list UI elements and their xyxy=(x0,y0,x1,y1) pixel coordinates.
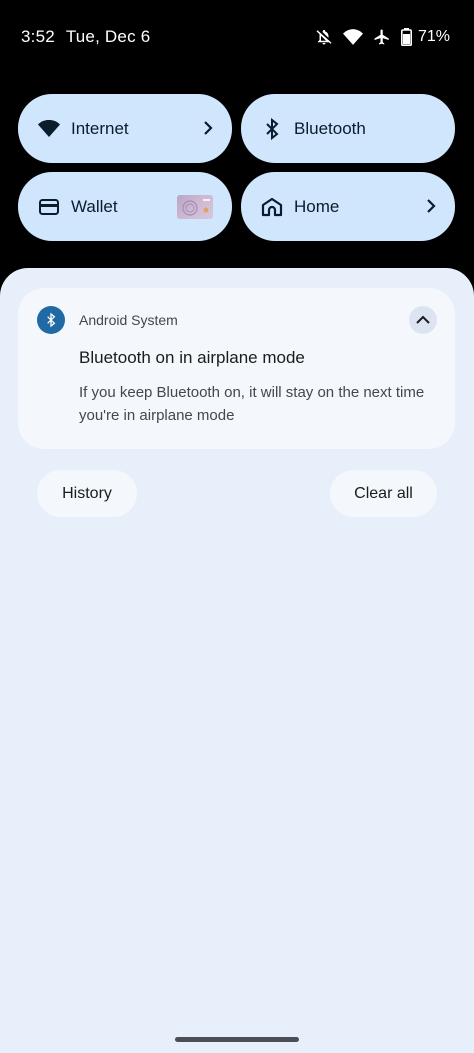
tile-internet-label: Internet xyxy=(71,119,129,138)
notification-app-name: Android System xyxy=(79,312,178,328)
history-button[interactable]: History xyxy=(37,470,137,517)
wifi-icon xyxy=(342,29,363,45)
notifications-off-icon xyxy=(315,28,333,46)
chevron-right-icon xyxy=(425,197,437,215)
wallet-icon xyxy=(37,195,61,219)
battery-percent: 71% xyxy=(417,28,450,45)
tile-wallet-label: Wallet xyxy=(71,197,118,216)
status-date: Tue, Dec 6 xyxy=(65,27,151,46)
bluetooth-icon xyxy=(37,306,65,334)
home-icon xyxy=(260,195,284,219)
notification-title: Bluetooth on in airplane mode xyxy=(79,348,305,367)
status-time: 3:52 xyxy=(21,27,55,46)
wifi-icon xyxy=(37,117,61,141)
status-bar: 3:52 Tue, Dec 6 71% xyxy=(0,0,474,76)
airplane-icon xyxy=(373,28,391,46)
tile-home[interactable]: Home xyxy=(241,172,455,241)
tile-wallet[interactable]: Wallet xyxy=(18,172,232,241)
tile-bluetooth-label: Bluetooth xyxy=(294,119,366,138)
notification-card[interactable]: Android System Bluetooth on in airplane … xyxy=(18,288,455,449)
collapse-button[interactable] xyxy=(409,306,437,334)
battery-icon xyxy=(400,28,412,46)
wallet-card-thumbnail xyxy=(177,195,213,219)
home-indicator[interactable] xyxy=(175,1037,299,1042)
clear-all-button[interactable]: Clear all xyxy=(330,470,437,517)
tile-home-label: Home xyxy=(294,197,340,216)
chevron-up-icon xyxy=(416,315,430,324)
chevron-right-icon xyxy=(202,119,214,137)
status-time-date: 3:52 Tue, Dec 6 xyxy=(21,27,150,47)
status-icons: 71% xyxy=(315,26,450,48)
bluetooth-icon xyxy=(260,117,284,141)
notification-body: If you keep Bluetooth on, it will stay o… xyxy=(79,384,425,424)
tile-internet[interactable]: Internet xyxy=(18,94,232,163)
tile-bluetooth[interactable]: Bluetooth xyxy=(241,94,455,163)
